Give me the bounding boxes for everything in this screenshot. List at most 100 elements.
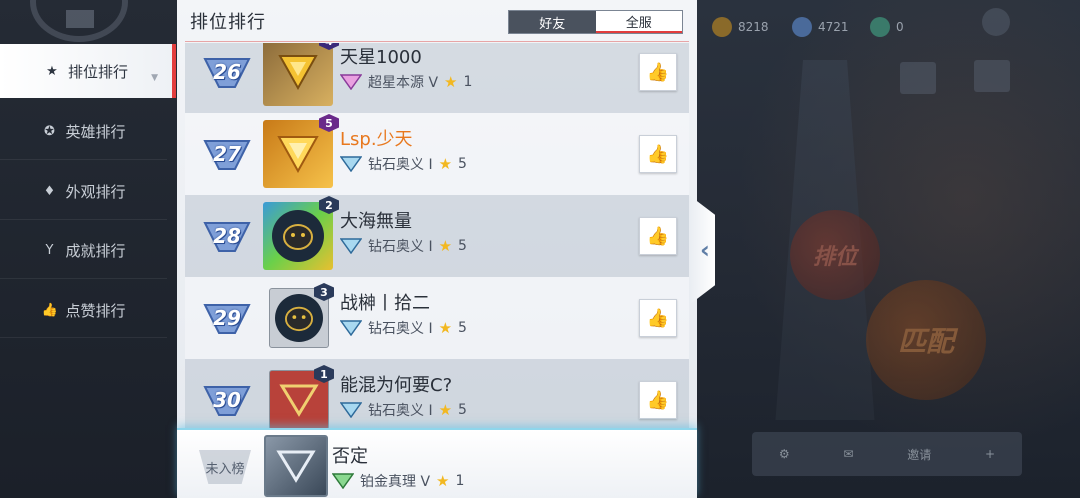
tab-all-server[interactable]: 全服 <box>595 11 682 33</box>
star-count: 5 <box>458 402 467 418</box>
sidebar-item-achievement[interactable]: Y 成就排行 <box>0 223 167 277</box>
rank-number: 28 <box>213 224 241 248</box>
gear-icon[interactable]: ⚙ <box>779 447 790 461</box>
avatar[interactable]: 2 <box>263 196 339 270</box>
tier-info: 钻石奥义 I ★ 5 <box>340 154 467 174</box>
list-item: 30 1 能混为何要C? 钻石奥义 I ★ 5 👍 <box>185 359 689 428</box>
player-name: Lsp.少天 <box>340 129 413 150</box>
rank-number: 29 <box>213 306 241 330</box>
sidebar-item-likes[interactable]: 👍 点赞排行 <box>0 283 167 337</box>
avatar[interactable]: 1 <box>269 365 334 428</box>
scope-toggle: 好友 全服 <box>508 10 683 34</box>
thumbs-up-icon: 👍 <box>646 225 670 247</box>
star-count: 5 <box>458 238 467 254</box>
star-icon: ★ <box>436 472 450 490</box>
thumbs-up-icon: 👍 <box>646 143 670 165</box>
settings-icon[interactable] <box>982 8 1010 36</box>
my-avatar[interactable] <box>264 435 328 497</box>
like-button[interactable]: 👍 <box>639 217 677 255</box>
shop-icon[interactable] <box>974 60 1010 92</box>
tier-icon <box>332 473 354 489</box>
player-name: 战榊丨拾二 <box>340 293 430 314</box>
thumbs-up-icon: 👍 <box>646 61 670 83</box>
star-icon: ★ <box>438 237 453 255</box>
star-count: 1 <box>463 74 473 90</box>
rank-number: 30 <box>213 388 241 412</box>
invite-button[interactable]: 邀请 <box>907 446 931 463</box>
panther-avatar-icon <box>272 210 324 262</box>
level-badge: 2 <box>319 196 339 214</box>
like-button[interactable]: 👍 <box>639 53 677 91</box>
star-icon: ★ <box>438 401 453 419</box>
resource-gold: 8218 <box>712 14 769 40</box>
list-item: 27 5 Lsp.少天 钻石奥义 I ★ 5 👍 <box>185 113 689 195</box>
sidebar-item-label: 英雄排行 <box>65 122 126 141</box>
lobby-bottom-bar: ⚙ ✉ 邀请 + <box>752 432 1022 476</box>
tier-icon <box>340 320 362 336</box>
avatar[interactable]: 4 <box>263 43 339 106</box>
unranked-badge: 未入榜 <box>199 450 251 484</box>
tier-info: 钻石奥义 I ★ 5 <box>340 318 467 338</box>
shirt-icon: ♦ <box>43 183 56 199</box>
rank-badge: 29 <box>203 301 251 335</box>
rank-badge: 27 <box>203 137 251 171</box>
star-count: 1 <box>455 473 465 489</box>
plus-icon[interactable]: + <box>985 447 995 461</box>
like-button[interactable]: 👍 <box>639 381 677 419</box>
tier-name: 钻石奥义 I <box>368 403 433 419</box>
ticket-icon <box>870 17 890 37</box>
sidebar-item-label: 成就排行 <box>65 241 126 260</box>
event-icon[interactable] <box>900 62 936 94</box>
mail-icon[interactable]: ✉ <box>843 447 853 461</box>
tier-icon <box>340 74 362 90</box>
unranked-label: 未入榜 <box>205 461 245 477</box>
leaderboard-logo <box>30 0 128 42</box>
chevron-left-icon: ‹ <box>700 236 710 264</box>
sidebar-item-hero[interactable]: ✪ 英雄排行 <box>0 104 167 158</box>
list-item: 26 4 天星1000 超星本源 V ★ 1 👍 <box>185 43 689 113</box>
leaderboard-sidebar: ★ 排位排行 ▼ ✪ 英雄排行 ♦ 外观排行 Y 成就排行 👍 点赞排行 <box>0 0 177 498</box>
tier-icon <box>340 402 362 418</box>
tier-name: 钻石奥义 I <box>368 239 433 255</box>
like-button[interactable]: 👍 <box>639 299 677 337</box>
list-item: 29 3 战榊丨拾二 钻石奥义 I ★ 5 👍 <box>185 277 689 359</box>
tier-name: 铂金真理 V <box>360 474 431 490</box>
like-button[interactable]: 👍 <box>639 135 677 173</box>
gold-amount: 8218 <box>738 20 769 34</box>
tier-info: 钻石奥义 I ★ 5 <box>340 400 467 420</box>
list-item: 28 2 大海無量 钻石奥义 I ★ 5 👍 <box>185 195 689 277</box>
trophy-icon: Y <box>45 242 54 258</box>
tier-info: 钻石奥义 I ★ 5 <box>340 236 467 256</box>
tier-name: 超星本源 V <box>368 75 439 91</box>
thumbs-up-icon: 👍 <box>646 307 670 329</box>
sidebar-item-label: 外观排行 <box>65 182 126 201</box>
rank-match-label: 排位 <box>812 245 857 270</box>
page-title: 排位排行 <box>190 12 266 33</box>
rank-match-button[interactable]: 排位 <box>790 210 880 300</box>
star-icon: ★ <box>438 319 453 337</box>
diamond-amount: 4721 <box>818 20 849 34</box>
normal-match-button[interactable]: 匹配 <box>866 280 986 400</box>
rank-number: 26 <box>213 60 241 84</box>
sidebar-item-appearance[interactable]: ♦ 外观排行 <box>0 164 167 218</box>
my-ranking-row: 未入榜 否定 铂金真理 V ★ 1 <box>177 428 697 498</box>
level-badge: 3 <box>314 283 334 301</box>
panther-avatar-icon <box>275 294 323 342</box>
tab-friends[interactable]: 好友 <box>509 11 596 33</box>
thumbs-up-icon: 👍 <box>41 302 58 318</box>
resource-diamond: 4721 <box>792 14 849 40</box>
sidebar-item-rank[interactable]: ★ 排位排行 ▼ <box>0 44 176 98</box>
avatar[interactable]: 5 <box>263 114 339 188</box>
diamond-icon <box>792 17 812 37</box>
avatar[interactable]: 3 <box>269 283 334 348</box>
gold-icon <box>712 17 732 37</box>
star-icon: ★ <box>438 155 453 173</box>
rank-number: 27 <box>213 142 241 166</box>
tier-icon <box>340 156 362 172</box>
tier-name: 钻石奥义 I <box>368 157 433 173</box>
player-name: 能混为何要C? <box>340 375 453 396</box>
rank-badge: 28 <box>203 219 251 253</box>
tier-name: 钻石奥义 I <box>368 321 433 337</box>
rank-frame-icon <box>267 438 325 494</box>
ranking-list[interactable]: 26 4 天星1000 超星本源 V ★ 1 👍 27 <box>185 43 689 428</box>
